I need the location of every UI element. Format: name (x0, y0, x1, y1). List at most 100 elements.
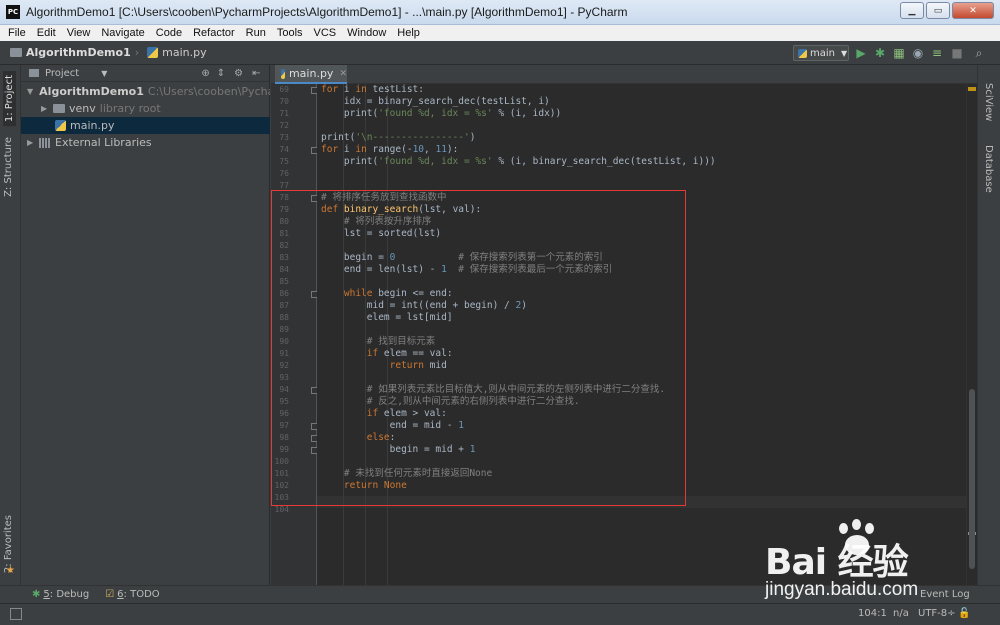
tree-item-main-py[interactable]: main.py (21, 117, 270, 134)
right-tool-stripe: SciView Database (977, 65, 1000, 585)
code-line-80: # 将列表按升序排序 (321, 216, 432, 227)
concurrency-icon[interactable]: ≡ (930, 46, 944, 60)
gear-icon[interactable]: ⚙ (234, 68, 243, 79)
tab-project[interactable]: 1: Project (3, 71, 16, 127)
venv-note: library root (99, 102, 161, 115)
breadcrumb-project-label: AlgorithmDemo1 (26, 46, 131, 59)
caret-position[interactable]: 104:1 (858, 608, 887, 619)
tree-item-external-libraries[interactable]: ▶ External Libraries (21, 134, 270, 151)
collapse-arrow-icon: ▶ (27, 138, 34, 147)
folder-icon (29, 69, 39, 77)
target-icon[interactable]: ⊕ (201, 68, 209, 79)
breadcrumb-file[interactable]: main.py (143, 46, 207, 59)
tab-event-log[interactable]: Event Log (920, 589, 970, 600)
run-configuration-select[interactable]: main ▼ (793, 45, 849, 61)
line-number: 76 (279, 169, 289, 178)
code-line-86: while begin <= end: (321, 288, 453, 299)
current-line-highlight (317, 496, 966, 508)
menu-navigate[interactable]: Navigate (95, 27, 149, 39)
python-file-icon (147, 47, 159, 58)
editor-tab-bar: main.py ✕ (271, 65, 977, 84)
menu-refactor[interactable]: Refactor (187, 27, 240, 39)
run-icon[interactable]: ▶ (854, 46, 868, 60)
hide-panel-icon[interactable]: ⇤ (252, 68, 260, 79)
code-line-101: # 未找到任何元素时直接返回None (321, 468, 493, 479)
maximize-button[interactable]: ▭ (926, 2, 950, 19)
tool-windows-icon[interactable] (10, 608, 22, 620)
project-root-path: C:\Users\cooben\PycharmPr (147, 85, 270, 98)
line-number: 94 (279, 385, 289, 394)
run-with-coverage-icon[interactable]: ▦ (892, 46, 906, 60)
line-number: 93 (279, 373, 289, 382)
line-number: 98 (279, 433, 289, 442)
menu-bar: File Edit View Navigate Code Refactor Ru… (0, 25, 1000, 41)
close-tab-icon[interactable]: ✕ (339, 69, 347, 79)
line-number: 87 (279, 301, 289, 310)
breadcrumb-project[interactable]: AlgorithmDemo1 (0, 46, 131, 59)
warning-marker[interactable] (968, 87, 976, 91)
code-line-69: for i in testList: (321, 84, 424, 95)
line-number: 74 (279, 145, 289, 154)
menu-view[interactable]: View (61, 27, 96, 39)
editor-scrollbar[interactable] (966, 84, 977, 585)
menu-edit[interactable]: Edit (31, 27, 61, 39)
tab-sciview[interactable]: SciView (983, 83, 994, 121)
tree-item-venv[interactable]: ▶ venv library root (21, 100, 270, 117)
line-number: 71 (279, 109, 289, 118)
line-number: 72 (279, 121, 289, 130)
run-configuration-label: main (810, 47, 835, 59)
folder-icon (53, 104, 65, 113)
menu-tools[interactable]: Tools (271, 27, 308, 39)
line-number: 83 (279, 253, 289, 262)
star-icon: ★ (6, 565, 15, 576)
menu-window[interactable]: Window (341, 27, 391, 39)
line-number: 90 (279, 337, 289, 346)
menu-vcs[interactable]: VCS (308, 27, 342, 39)
debug-icon[interactable]: ✱ (873, 46, 887, 60)
line-number: 85 (279, 277, 289, 286)
code-editor[interactable]: for i in testList: idx = binary_search_d… (317, 84, 966, 585)
line-number: 86 (279, 289, 289, 298)
window-title: AlgorithmDemo1 [C:\Users\cooben\PycharmP… (26, 5, 628, 19)
collapse-all-icon[interactable]: ⇕ (217, 68, 225, 79)
tab-database[interactable]: Database (983, 145, 994, 193)
tree-item-project-root[interactable]: ▼ AlgorithmDemo1 C:\Users\cooben\Pycharm… (21, 83, 270, 100)
python-file-icon (281, 68, 285, 79)
line-number: 77 (279, 181, 289, 190)
code-line-83: begin = 0 # 保存搜索列表第一个元素的索引 (321, 252, 603, 263)
line-separator[interactable]: n/a (893, 608, 909, 619)
tab-debug-label: : Debug (49, 589, 90, 600)
tab-structure[interactable]: Z: Structure (3, 137, 14, 197)
line-number: 104 (274, 505, 289, 514)
bottom-tool-tabs: ✱ 5: Debug ☑ 6: TODO Event Log (0, 585, 1000, 603)
line-number: 89 (279, 325, 289, 334)
profile-icon[interactable]: ◉ (911, 46, 925, 60)
external-libraries-label: External Libraries (55, 136, 152, 149)
search-everywhere-icon[interactable]: ⌕ (972, 46, 986, 60)
code-line-84: end = len(lst) - 1 # 保存搜索列表最后一个元素的索引 (321, 264, 613, 275)
minimize-button[interactable]: ▁ (900, 2, 924, 19)
line-number: 100 (274, 457, 289, 466)
menu-run[interactable]: Run (240, 27, 271, 39)
collapse-arrow-icon: ▶ (41, 104, 48, 113)
chevron-down-icon[interactable]: ▼ (101, 69, 107, 78)
tab-todo[interactable]: ☑ 6: TODO (105, 589, 159, 600)
menu-code[interactable]: Code (150, 27, 187, 39)
close-window-button[interactable]: ✕ (952, 2, 994, 19)
project-view-select[interactable]: Project (45, 68, 79, 79)
stop-icon[interactable]: ■ (950, 46, 964, 60)
code-line-74: for i in range(-10, 11): (321, 144, 459, 155)
tab-debug[interactable]: ✱ 5: Debug (32, 589, 89, 600)
scrollbar-thumb[interactable] (969, 389, 975, 569)
code-line-71: print('found %d, idx = %s' % (i, idx)) (321, 108, 562, 119)
menu-help[interactable]: Help (391, 27, 425, 39)
menu-file[interactable]: File (0, 27, 31, 39)
file-encoding[interactable]: UTF-8÷ (918, 608, 956, 619)
lock-icon[interactable]: 🔓 (958, 608, 970, 619)
line-number: 81 (279, 229, 289, 238)
editor-tab-main-py[interactable]: main.py ✕ (275, 65, 347, 84)
line-number: 82 (279, 241, 289, 250)
python-file-icon (798, 48, 807, 58)
line-number: 99 (279, 445, 289, 454)
line-number: 69 (279, 85, 289, 94)
